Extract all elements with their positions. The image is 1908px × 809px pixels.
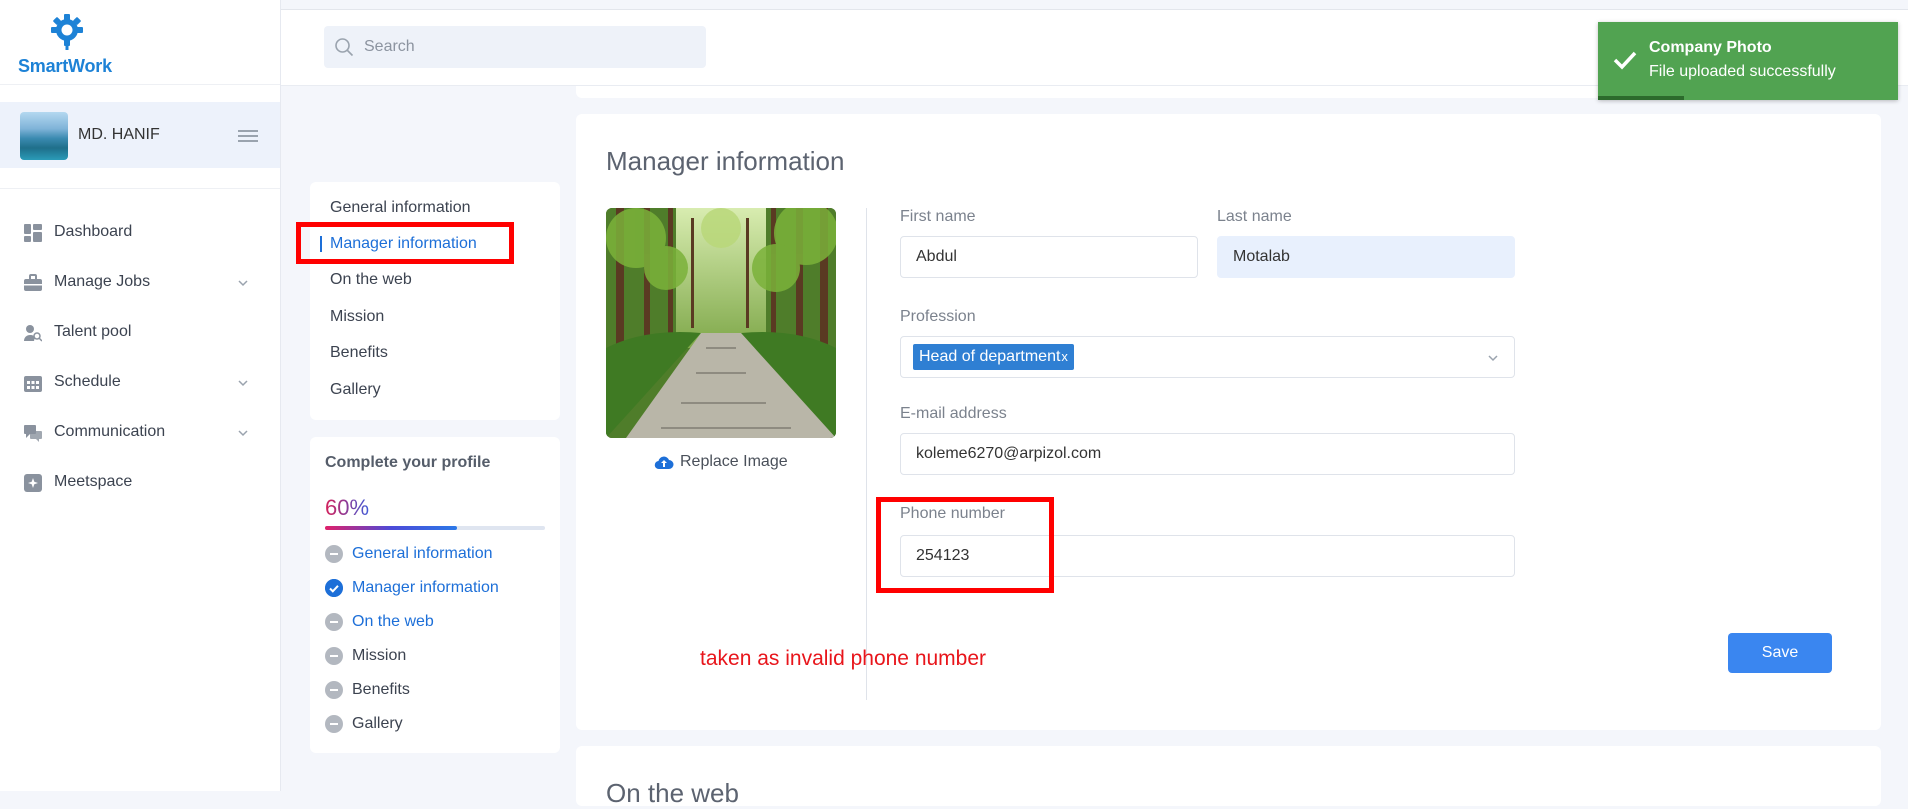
section-nav-on-the-web[interactable]: On the web (330, 271, 412, 289)
chat-icon (24, 425, 42, 442)
sidebar-item-label: Meetspace (54, 473, 133, 490)
email-label: E-mail address (900, 405, 1007, 422)
sidebar-nav: Dashboard Manage Jobs Talent pool Schedu… (0, 214, 280, 514)
section-title: On the web (606, 778, 739, 808)
highlight-box (876, 497, 1054, 593)
section-nav-benefits[interactable]: Benefits (330, 344, 388, 362)
last-name-field[interactable]: Motalab (1217, 236, 1515, 278)
annotation-note: taken as invalid phone number (700, 647, 987, 670)
toast-message: File uploaded successfully (1649, 63, 1836, 80)
on-the-web-card: On the web (576, 746, 1881, 808)
pending-icon (325, 715, 343, 733)
search-placeholder: Search (364, 38, 415, 55)
section-nav: General information Manager information … (310, 182, 560, 420)
chevron-down-icon (238, 280, 248, 287)
toast-progress (1598, 96, 1684, 100)
first-name-value: Abdul (916, 248, 957, 265)
chevron-down-icon (238, 380, 248, 387)
pending-icon (325, 647, 343, 665)
email-field[interactable]: koleme6270@arpizol.com (900, 433, 1515, 475)
save-button[interactable]: Save (1728, 633, 1832, 673)
briefcase-icon (24, 274, 42, 291)
profile-completion-title: Complete your profile (325, 454, 491, 471)
section-nav-gallery[interactable]: Gallery (330, 381, 381, 399)
sidebar-item-label: Manage Jobs (54, 273, 151, 290)
toast-notification[interactable]: Company Photo File uploaded successfully (1598, 22, 1898, 100)
profile-step-label: Gallery (352, 715, 403, 732)
profile-progress-fill (325, 526, 457, 530)
first-name-label: First name (900, 208, 976, 225)
profession-tag[interactable]: Head of departmentx (913, 344, 1074, 370)
last-name-value: Motalab (1233, 248, 1290, 265)
people-search-icon (24, 325, 42, 342)
profile-completion-percent: 60% (325, 495, 370, 520)
forest-path-image (606, 208, 836, 438)
profession-label: Profession (900, 308, 976, 325)
profile-step-label: Mission (352, 647, 407, 664)
cloud-upload-icon (654, 456, 674, 470)
search-input[interactable]: Search (324, 26, 706, 68)
highlight-box (296, 222, 514, 264)
clear-tag-icon[interactable]: x (1061, 349, 1068, 364)
meetspace-icon (24, 474, 42, 492)
sidebar-item-schedule[interactable]: Schedule (0, 364, 280, 414)
divider (0, 188, 280, 189)
chevron-down-icon (238, 430, 248, 437)
pending-icon (325, 681, 343, 699)
profile-progress-bar (325, 526, 545, 530)
sidebar-item-label: Dashboard (54, 223, 133, 240)
profile-completion-card: Complete your profile 60% General inform… (310, 437, 560, 753)
manager-information-card: Manager information Replace Image First … (576, 114, 1881, 730)
logo[interactable]: SmartWork (18, 14, 138, 78)
pending-icon (325, 545, 343, 563)
profession-value: Head of department (919, 348, 1061, 365)
profile-step-label: On the web (352, 613, 434, 630)
sidebar-item-label: Talent pool (54, 323, 132, 340)
sidebar: SmartWork MD. HANIF Dashboard Manage Job… (0, 0, 281, 791)
sidebar-item-manage-jobs[interactable]: Manage Jobs (0, 264, 280, 314)
profile-step-label: General information (352, 545, 493, 562)
replace-image-label: Replace Image (680, 453, 788, 470)
profession-select[interactable]: Head of departmentx (900, 336, 1515, 378)
email-value: koleme6270@arpizol.com (916, 445, 1102, 462)
user-panel: MD. HANIF (0, 102, 280, 168)
section-title: Manager information (606, 146, 845, 176)
avatar[interactable] (20, 112, 68, 160)
section-nav-general-information[interactable]: General information (330, 199, 471, 217)
toast-title: Company Photo (1649, 39, 1772, 56)
pending-icon (325, 613, 343, 631)
menu-toggle-icon[interactable] (238, 130, 258, 142)
sidebar-item-dashboard[interactable]: Dashboard (0, 214, 280, 264)
logo-text: SmartWork (18, 56, 112, 76)
vertical-divider (866, 208, 867, 700)
check-icon (1613, 51, 1637, 70)
user-name: MD. HANIF (78, 126, 160, 143)
section-nav-mission[interactable]: Mission (330, 308, 384, 326)
sidebar-item-talent-pool[interactable]: Talent pool (0, 314, 280, 364)
chevron-down-icon[interactable] (1486, 351, 1500, 365)
check-circle-icon (325, 579, 343, 597)
logo-gear-icon (51, 14, 83, 50)
last-name-label: Last name (1217, 208, 1292, 225)
first-name-field[interactable]: Abdul (900, 236, 1198, 278)
dashboard-icon (24, 224, 42, 242)
manager-photo (606, 208, 836, 438)
calendar-icon (24, 376, 42, 392)
search-icon (335, 38, 354, 57)
divider (0, 84, 280, 85)
sidebar-item-label: Schedule (54, 373, 121, 390)
sidebar-item-meetspace[interactable]: Meetspace (0, 464, 280, 514)
sidebar-item-label: Communication (54, 423, 166, 440)
profile-step-label: Benefits (352, 681, 410, 698)
profile-step-label: Manager information (352, 579, 499, 596)
sidebar-item-communication[interactable]: Communication (0, 414, 280, 464)
